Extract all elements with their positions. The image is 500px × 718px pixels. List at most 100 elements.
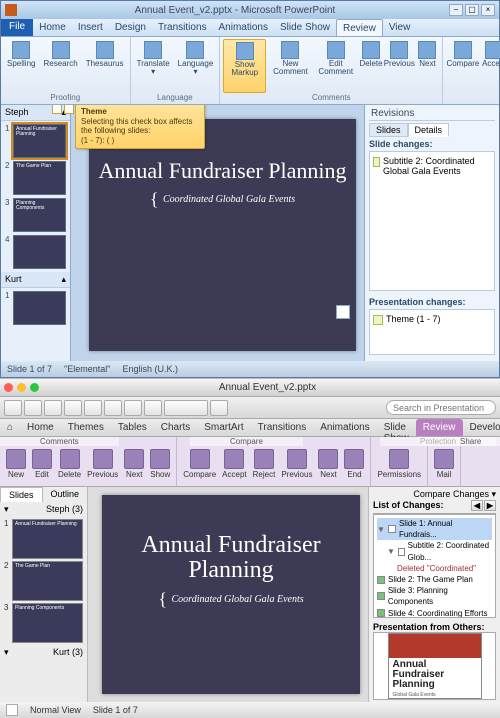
redo-button[interactable] <box>104 400 122 416</box>
slide-thumbnail[interactable]: Annual Fundraiser Planning <box>12 519 83 559</box>
close-button[interactable] <box>4 383 13 392</box>
normal-view-icon[interactable] <box>6 704 18 716</box>
zoom-dropdown[interactable] <box>164 400 208 416</box>
slide-canvas[interactable]: Annual Fundraiser Planning Coordinated G… <box>89 119 356 351</box>
tab-tables[interactable]: Tables <box>111 419 154 436</box>
compare-button[interactable]: Compare <box>446 39 479 97</box>
search-input[interactable] <box>386 400 496 415</box>
author-section[interactable]: ▾Kurt (3) <box>0 645 87 660</box>
tab-charts[interactable]: Charts <box>154 419 197 436</box>
tab-review[interactable]: Review <box>336 19 383 36</box>
author-section[interactable]: Kurt▴ <box>1 272 70 288</box>
tab-home[interactable]: Home <box>20 419 61 436</box>
mail-button[interactable]: Mail <box>432 449 456 484</box>
prev-change-button[interactable]: ◀ <box>471 500 483 511</box>
change-checkbox[interactable] <box>377 592 385 600</box>
show-markup-button[interactable]: Show Markup <box>223 39 266 93</box>
translate-button[interactable]: Translate ▾ <box>134 39 173 93</box>
slide-thumbnail[interactable]: The Game Plan <box>13 161 66 195</box>
reject-button[interactable]: Reject <box>251 449 278 484</box>
tab-developer[interactable]: Developer <box>463 419 500 436</box>
tab-slides[interactable]: Slides <box>0 487 43 502</box>
tab-animations[interactable]: Animations <box>313 419 376 436</box>
minimize-button[interactable]: – <box>449 4 463 16</box>
slide-canvas[interactable]: Annual Fundraiser Planning Coordinated G… <box>102 495 360 694</box>
tab-smartart[interactable]: SmartArt <box>197 419 250 436</box>
slide-thumbnail[interactable]: Planning Components <box>13 198 66 232</box>
zoom-button[interactable] <box>30 383 39 392</box>
new-button[interactable] <box>4 400 22 416</box>
slide-thumbnail[interactable]: The Game Plan <box>12 561 83 601</box>
next-change-button[interactable]: ▶ <box>484 500 496 511</box>
edit-comment-button[interactable]: Edit Comment <box>315 39 358 93</box>
tab-file[interactable]: File <box>1 19 33 36</box>
print-button[interactable] <box>64 400 82 416</box>
open-button[interactable] <box>24 400 42 416</box>
slide-title[interactable]: Annual Fundraiser Planning <box>102 533 360 583</box>
save-button[interactable] <box>44 400 62 416</box>
language-button[interactable]: Language ▾ <box>175 39 216 93</box>
change-item[interactable]: Slide 3: Planning Components <box>377 585 492 607</box>
pfo-thumbnail[interactable]: Annual Fundraiser Planning Global Gala E… <box>388 633 482 699</box>
new-comment-button[interactable]: New <box>4 449 28 484</box>
slide-thumbnail[interactable] <box>13 291 66 325</box>
spelling-button[interactable]: Spelling <box>4 39 38 93</box>
edit-comment-button[interactable]: Edit <box>30 449 54 484</box>
minimize-button[interactable] <box>17 383 26 392</box>
change-item[interactable]: ▼Slide 1: Annual Fundrais... <box>377 518 492 540</box>
thesaurus-button[interactable]: Thesaurus <box>83 39 127 93</box>
slide-thumbnail[interactable]: Planning Components <box>12 603 83 643</box>
disclosure-icon[interactable]: ▼ <box>387 546 395 557</box>
change-item[interactable]: Deleted "Coordinated" <box>377 563 492 574</box>
change-item[interactable]: Subtitle 2: Coordinated Global Gala Even… <box>373 155 491 177</box>
author-section[interactable]: ▾Steph (3) <box>0 502 87 517</box>
next-comment-button[interactable]: Next <box>122 449 146 484</box>
accept-button[interactable]: Accept <box>481 39 500 97</box>
tab-slides[interactable]: Slides <box>369 123 408 137</box>
help-button[interactable] <box>210 400 228 416</box>
tab-slide-show[interactable]: Slide Show <box>377 419 416 436</box>
close-button[interactable]: × <box>481 4 495 16</box>
tab-details[interactable]: Details <box>408 123 450 137</box>
tab-insert[interactable]: Insert <box>72 19 109 36</box>
slide-thumbnail[interactable] <box>13 235 66 269</box>
tab-home[interactable]: Home <box>33 19 72 36</box>
tab-outline[interactable]: Outline <box>43 487 88 502</box>
undo-button[interactable] <box>84 400 102 416</box>
change-checkbox[interactable] <box>398 548 405 556</box>
next-comment-button[interactable]: Next <box>415 39 439 93</box>
disclosure-icon[interactable]: ▼ <box>377 524 385 535</box>
change-item[interactable]: ▼Subtitle 2: Coordinated Glob... <box>377 540 492 562</box>
compare-changes-toggle[interactable]: Compare Changes ▾ <box>373 489 496 500</box>
accept-button[interactable]: Accept <box>220 449 248 484</box>
tab-view[interactable]: View <box>383 19 417 36</box>
tab-themes[interactable]: Themes <box>61 419 111 436</box>
maximize-button[interactable]: ▢ <box>465 4 479 16</box>
change-checkbox[interactable] <box>377 576 385 584</box>
tab-review[interactable]: Review <box>416 419 463 436</box>
tab-slide-show[interactable]: Slide Show <box>274 19 336 36</box>
tooltip-checkbox[interactable] <box>52 105 74 114</box>
prev-comment-button[interactable]: Previous <box>385 39 413 93</box>
status-language[interactable]: English (U.K.) <box>122 364 178 374</box>
slide-subtitle[interactable]: Coordinated Global Gala Events <box>102 589 360 610</box>
change-item[interactable]: Slide 4: Coordinating Efforts <box>377 608 492 619</box>
end-review-button[interactable]: End <box>342 449 366 484</box>
change-item[interactable]: Theme (1 - 7) <box>373 313 491 326</box>
tab-design[interactable]: Design <box>109 19 152 36</box>
tab-transitions[interactable]: Transitions <box>152 19 213 36</box>
permissions-button[interactable]: Permissions <box>375 449 423 484</box>
tab-apphome[interactable]: ⌂ <box>0 419 20 436</box>
delete-comment-button[interactable]: Delete <box>56 449 83 484</box>
format-button[interactable] <box>124 400 142 416</box>
compare-button[interactable]: Compare <box>181 449 218 484</box>
next-change-jump-button[interactable]: ▸ <box>336 305 350 319</box>
delete-comment-button[interactable]: Delete <box>359 39 383 93</box>
slide-thumbnail[interactable]: Annual Fundraiser Planning <box>13 124 66 158</box>
tab-animations[interactable]: Animations <box>213 19 274 36</box>
prev-change-button[interactable]: Previous <box>279 449 314 484</box>
research-button[interactable]: Research <box>40 39 80 93</box>
change-checkbox[interactable] <box>388 525 396 533</box>
change-checkbox[interactable] <box>377 609 385 617</box>
slide-title[interactable]: Annual Fundraiser Planning <box>89 159 356 183</box>
